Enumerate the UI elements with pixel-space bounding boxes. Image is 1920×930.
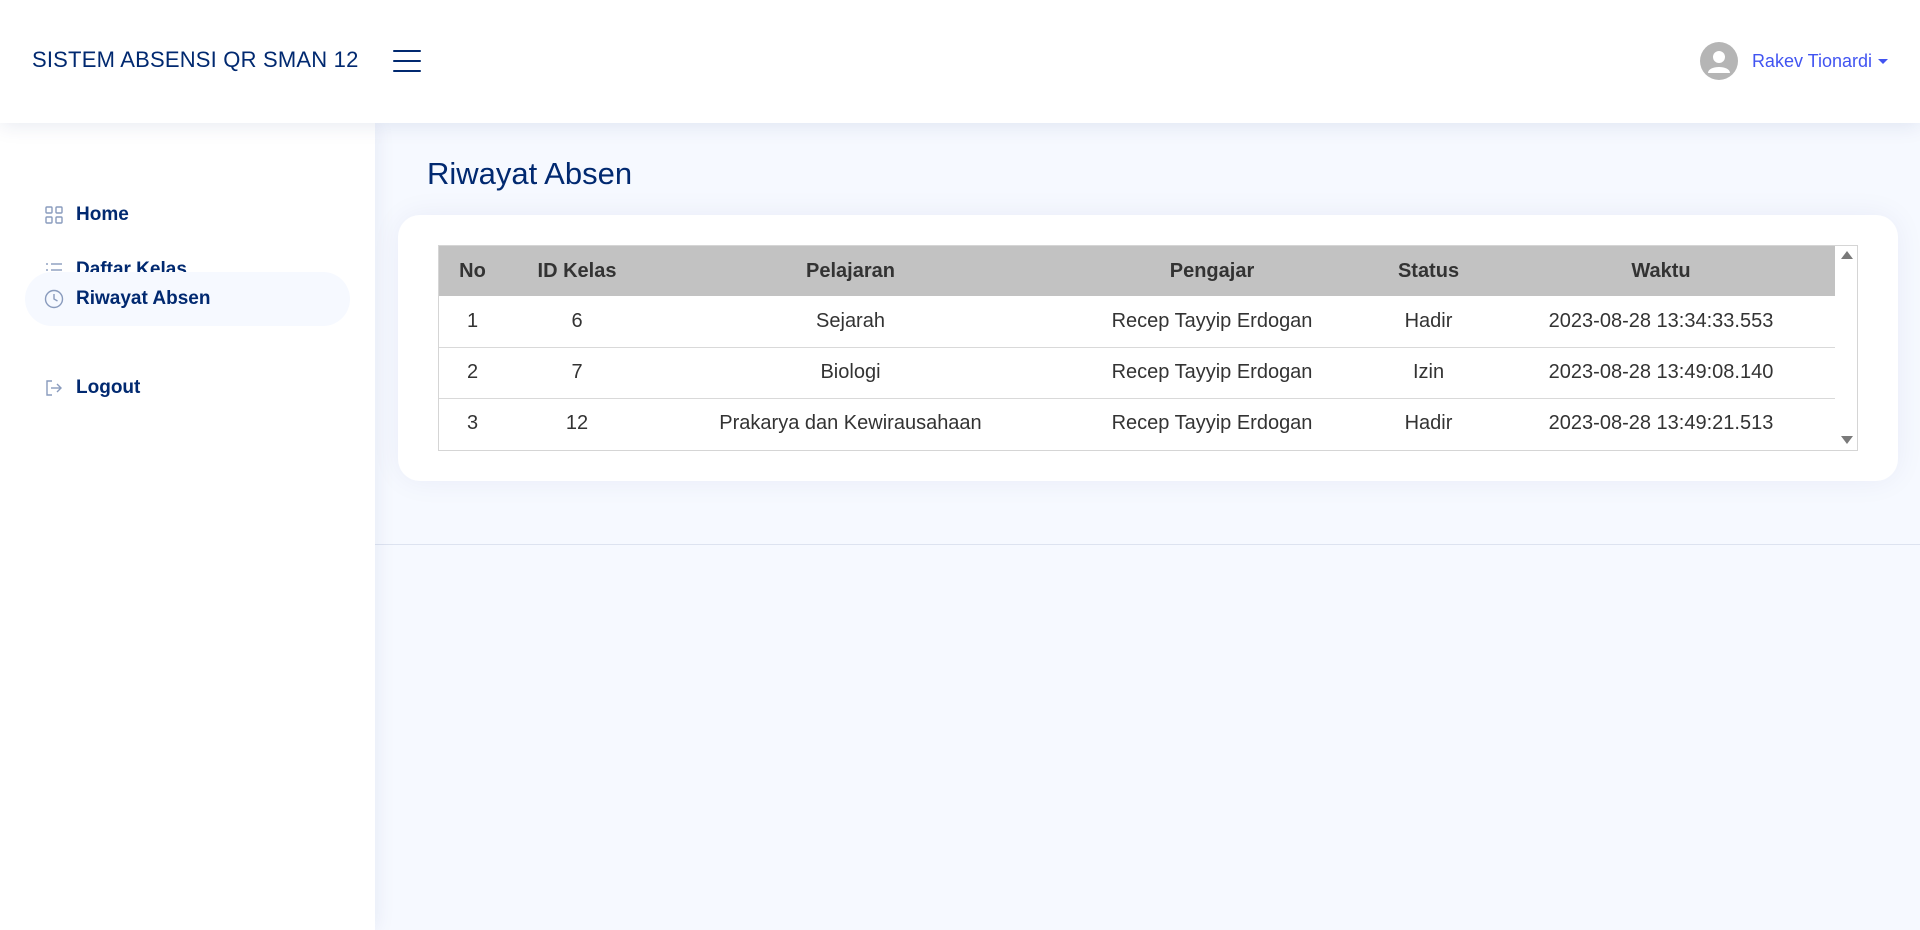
menu-toggle-icon[interactable]	[393, 48, 421, 74]
sidebar-item-logout[interactable]: Logout	[25, 361, 350, 415]
table-row: 2 7 Biologi Recep Tayyip Erdogan Izin 20…	[439, 347, 1836, 399]
clock-icon	[44, 289, 64, 309]
cell-pengajar: Recep Tayyip Erdogan	[1053, 347, 1371, 399]
cell-no: 2	[439, 347, 506, 399]
footer-divider	[375, 544, 1920, 545]
table-row: 3 12 Prakarya dan Kewirausahaan Recep Ta…	[439, 398, 1836, 449]
user-name: Rakev Tionardi	[1751, 50, 1872, 71]
column-header-id-kelas: ID Kelas	[537, 259, 617, 282]
cell-status: Hadir	[1371, 296, 1486, 348]
cell-pelajaran: Prakarya dan Kewirausahaan	[719, 412, 982, 435]
cell-waktu: 2023-08-28 13:34:33.553	[1486, 296, 1836, 348]
table-header-row: No ID Kelas Pelajaran Pengajar Status Wa…	[439, 246, 1836, 296]
column-header-pelajaran: Pelajaran	[806, 259, 895, 282]
table-scrollbar[interactable]	[1835, 246, 1857, 450]
menu-line	[393, 60, 421, 62]
cell-waktu: 2023-08-28 13:49:08.140	[1486, 347, 1836, 399]
cell-id-kelas: 6	[506, 296, 648, 348]
cell-no: 3	[466, 412, 479, 435]
sidebar-item-riwayat-absen[interactable]: Riwayat Absen	[25, 272, 350, 326]
app-brand[interactable]: SISTEM ABSENSI QR SMAN 12	[32, 47, 359, 73]
caret-down-icon	[1878, 58, 1888, 64]
attendance-card: No ID Kelas Pelajaran Pengajar Status Wa…	[398, 215, 1898, 481]
logout-icon	[44, 378, 64, 398]
scroll-down-arrow-icon[interactable]	[1841, 436, 1853, 444]
cell-status: Izin	[1371, 347, 1486, 399]
cell-no: 1	[439, 296, 506, 348]
cell-pelajaran: Sejarah	[648, 296, 1053, 348]
scroll-up-arrow-icon[interactable]	[1841, 251, 1853, 259]
attendance-table-container: No ID Kelas Pelajaran Pengajar Status Wa…	[438, 245, 1858, 451]
sidebar-item-label: Logout	[76, 377, 141, 398]
cell-pengajar: Recep Tayyip Erdogan	[1053, 296, 1371, 348]
cell-status: Hadir	[1404, 412, 1453, 435]
page-title: Riwayat Absen	[427, 156, 633, 191]
grid-icon	[44, 205, 64, 225]
cell-id-kelas: 12	[565, 412, 589, 435]
cell-pengajar: Recep Tayyip Erdogan	[1111, 412, 1313, 435]
user-avatar-icon	[1699, 42, 1738, 80]
column-header-waktu: Waktu	[1631, 259, 1691, 282]
sidebar-item-home[interactable]: Home	[25, 188, 350, 242]
menu-line	[393, 70, 421, 72]
menu-line	[393, 50, 421, 52]
attendance-table: No ID Kelas Pelajaran Pengajar Status Wa…	[439, 246, 1836, 449]
sidebar-item-label: Home	[76, 204, 129, 225]
top-header: SISTEM ABSENSI QR SMAN 12 Rakev Tionardi	[0, 0, 1920, 123]
sidebar: Home Daftar Kelas Riwayat Absen Logout	[0, 123, 375, 930]
cell-id-kelas: 7	[506, 347, 648, 399]
column-header-no: No	[459, 259, 486, 282]
cell-pelajaran: Biologi	[648, 347, 1053, 399]
cell-waktu: 2023-08-28 13:49:21.513	[1548, 412, 1774, 435]
column-header-status: Status	[1397, 259, 1460, 282]
table-row: 1 6 Sejarah Recep Tayyip Erdogan Hadir 2…	[439, 296, 1836, 348]
column-header-pengajar: Pengajar	[1169, 259, 1255, 282]
sidebar-item-label: Riwayat Absen	[76, 288, 211, 309]
user-profile-dropdown[interactable]: Rakev Tionardi	[1699, 42, 1888, 80]
